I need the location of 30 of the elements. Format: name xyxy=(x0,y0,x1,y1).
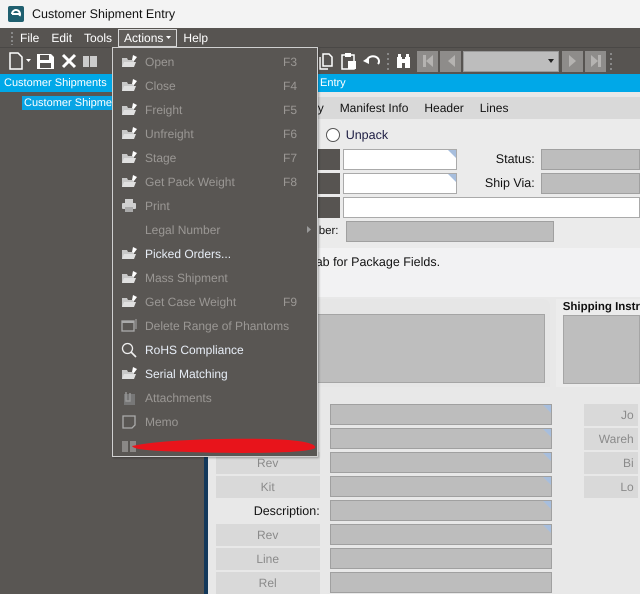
lookup-button[interactable]: Wareh xyxy=(584,428,638,450)
radio-label: Unpack xyxy=(346,128,388,142)
menu-item[interactable]: Edit xyxy=(45,28,78,46)
menu-item[interactable]: Serial Matching xyxy=(113,362,317,386)
panel-title: Customer Shipments xyxy=(4,77,107,89)
lookup-button[interactable]: Lo xyxy=(584,476,638,498)
field-label: ber: xyxy=(318,225,340,238)
lookup-button[interactable]: Bi xyxy=(584,452,638,474)
window-title: Customer Shipment Entry xyxy=(32,7,176,21)
lookup-button[interactable]: Rel xyxy=(216,572,320,594)
lookup-button[interactable]: Rev xyxy=(216,524,320,546)
lookup-button[interactable]: Jo xyxy=(584,404,638,426)
menu-item[interactable]: Actions xyxy=(118,28,178,46)
tab[interactable]: Header xyxy=(424,100,464,115)
menu-item[interactable]: Picked Orders... xyxy=(113,242,317,266)
section-title: Shipping Instr xyxy=(562,301,640,314)
menu-item[interactable]: Tools xyxy=(78,28,118,46)
lookup-button[interactable]: Line xyxy=(216,548,320,570)
menu-item[interactable]: Help xyxy=(177,28,214,46)
menu-item[interactable]: RoHS Compliance xyxy=(113,338,317,362)
tab[interactable]: y xyxy=(318,100,324,115)
field-label: Status: xyxy=(494,152,536,166)
tree-item[interactable]: Customer Shipme xyxy=(22,96,114,110)
field-label: Description: xyxy=(252,503,320,520)
tab[interactable]: Manifest Info xyxy=(340,100,408,115)
tab[interactable]: Lines xyxy=(480,100,508,115)
panel-title: Entry xyxy=(320,77,346,89)
field-label: Ship Via: xyxy=(484,176,536,190)
menu-item[interactable]: File xyxy=(14,28,46,46)
lookup-button[interactable]: Kit xyxy=(216,476,320,498)
